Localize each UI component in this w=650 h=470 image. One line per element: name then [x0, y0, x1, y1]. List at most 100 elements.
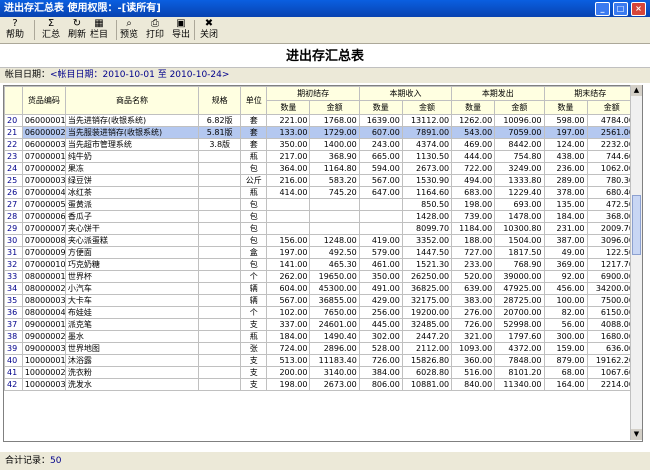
- preview-icon: ⌕: [126, 18, 132, 29]
- cell-code: 08000002: [21, 282, 66, 295]
- cell-unit: 包: [240, 210, 268, 223]
- toolbar-button-0[interactable]: ? 帮助: [4, 18, 26, 42]
- cell-value: 491.00: [358, 282, 403, 295]
- table-row[interactable]: 25 07000003 绿豆饼 公斤 216.00 583.20 567.00 1530.90…: [4, 174, 638, 187]
- cell-value: 693.00: [494, 198, 545, 211]
- cell-unit: 瓶: [240, 330, 268, 343]
- table-row[interactable]: 35 08000003 大卡车 辆 567.00 36855.00 429.00 32175.…: [4, 294, 638, 307]
- cell-value: 369.00: [543, 258, 588, 271]
- data-grid[interactable]: 货品编码 商品名称 规格 单位 期初结存 本期收入 本期发出 期末结存 数量 金额…: [3, 85, 643, 442]
- cell-value: 494.00: [451, 174, 496, 187]
- cell-value: 156.00: [266, 234, 311, 247]
- cell-value: 1521.30: [401, 258, 453, 271]
- table-row[interactable]: 33 08000001 世界杯 个 262.00 19650.00 350.00 26250.…: [4, 270, 638, 283]
- table-row[interactable]: 31 07000009 方便面 盒 197.00 492.50 579.00 1447.50 7…: [4, 246, 638, 259]
- header-qty[interactable]: 数量: [543, 100, 588, 115]
- header-amount[interactable]: 金额: [401, 100, 453, 115]
- cell-value: 141.00: [266, 258, 311, 271]
- cell-code: 10000001: [21, 354, 66, 367]
- cell-value: 1248.00: [309, 234, 360, 247]
- toolbar-button-1[interactable]: Σ 汇总: [38, 18, 64, 42]
- cell-value: 1817.50: [494, 246, 545, 259]
- header-name[interactable]: 商品名称: [64, 86, 200, 115]
- table-row[interactable]: 34 08000002 小汽车 辆 604.00 45300.00 491.00 36825.…: [4, 282, 638, 295]
- table-row[interactable]: 39 09000003 世界地图 张 724.00 2896.00 528.00 2112.0…: [4, 342, 638, 355]
- maximize-icon[interactable]: □: [613, 2, 628, 16]
- cell-value: 492.50: [309, 246, 360, 259]
- header-unit[interactable]: 单位: [240, 86, 268, 115]
- header-amount[interactable]: 金额: [309, 100, 360, 115]
- scroll-thumb[interactable]: [632, 195, 641, 255]
- header-qty[interactable]: 数量: [358, 100, 403, 115]
- cell-value: 3140.00: [309, 366, 360, 379]
- row-number: 39: [4, 342, 23, 355]
- cell-value: 2896.00: [309, 342, 360, 355]
- table-row[interactable]: 32 07000010 巧克奶糖 包 141.00 465.30 461.00 1521.30…: [4, 258, 638, 271]
- toolbar-button-6[interactable]: ▣ 导出: [170, 18, 192, 42]
- cell-unit: 支: [240, 378, 268, 391]
- toolbar-button-label: 汇总: [41, 30, 60, 40]
- cell-code: 06000002: [21, 126, 66, 139]
- toolbar-button-3[interactable]: ▦ 栏目: [90, 18, 108, 42]
- table-row[interactable]: 41 10000002 洗衣粉 支 200.00 3140.00 384.00 6028.80…: [4, 366, 638, 379]
- cell-value: 567.00: [358, 174, 403, 187]
- toolbar-button-label: 帮助: [5, 30, 24, 40]
- cell-value: 8101.20: [494, 366, 545, 379]
- header-qty[interactable]: 数量: [451, 100, 496, 115]
- toolbar-button-2[interactable]: ↻ 刷新: [68, 18, 86, 42]
- cell-value: 2673.00: [309, 378, 360, 391]
- cell-value: [309, 198, 360, 211]
- table-row[interactable]: 30 07000008 夹心派蛋糕 包 156.00 1248.00 419.00 3352.…: [4, 234, 638, 247]
- cell-value: 56.00: [543, 318, 588, 331]
- cell-value: 8442.00: [494, 138, 545, 151]
- cell-unit: 包: [240, 198, 268, 211]
- table-row[interactable]: 22 06000003 当先超市管理系统 3.8版套 350.00 1400.00 243.…: [4, 138, 638, 151]
- cell-spec: [198, 174, 242, 187]
- table-row[interactable]: 40 10000001 沐浴露 支 513.00 11183.40 726.00 15826.…: [4, 354, 638, 367]
- cell-unit: 包: [240, 222, 268, 235]
- cell-value: 216.00: [266, 174, 311, 187]
- table-row[interactable]: 37 09000001 派克笔 支 337.00 24601.00 445.00 32485.…: [4, 318, 638, 331]
- scroll-down-icon[interactable]: ▼: [631, 429, 642, 440]
- header-qty[interactable]: 数量: [266, 100, 311, 115]
- table-row[interactable]: 28 07000006 香瓜子 包 1428.00 739.00 1478.00 184.00…: [4, 210, 638, 223]
- cell-value: 7848.00: [494, 354, 545, 367]
- cell-value: 82.00: [543, 306, 588, 319]
- header-amount[interactable]: 金额: [494, 100, 545, 115]
- cell-name: 果冻: [64, 162, 200, 175]
- header-code[interactable]: 货品编码: [21, 86, 66, 115]
- table-row[interactable]: 27 07000005 蛋黄派包 850.50 198.00 693.00 135.00 47…: [4, 198, 638, 211]
- cell-value: 321.00: [451, 330, 496, 343]
- table-row[interactable]: 24 07000002 果冻 包 364.00 1164.80 594.00 2673.00 7…: [4, 162, 638, 175]
- cell-code: 09000003: [21, 342, 66, 355]
- table-row[interactable]: 21 06000002 当先服装进销存(收银系统) 5.81版套 133.00 1729.…: [4, 126, 638, 139]
- vertical-scrollbar[interactable]: ▲ ▼: [630, 85, 642, 440]
- cell-code: 09000001: [21, 318, 66, 331]
- cell-value: 3352.00: [401, 234, 453, 247]
- table-row[interactable]: 26 07000004 冰红茶 瓶 414.00 745.20 647.00 1164.60 6…: [4, 186, 638, 199]
- toolbar-button-4[interactable]: ⌕ 预览: [120, 18, 138, 42]
- row-number: 28: [4, 210, 23, 223]
- table-row[interactable]: 23 07000001 纯牛奶瓶 217.00 368.90 665.00 1130.50 4…: [4, 150, 638, 163]
- cell-name: 派克笔: [64, 318, 200, 331]
- cell-value: 11340.00: [494, 378, 545, 391]
- cell-value: 32175.00: [401, 294, 453, 307]
- cell-value: 102.00: [266, 306, 311, 319]
- toolbar-button-7[interactable]: ✖ 关闭: [198, 18, 220, 42]
- scroll-up-icon[interactable]: ▲: [631, 85, 642, 96]
- window-close-icon[interactable]: ×: [631, 2, 646, 16]
- cell-value: 8099.70: [401, 222, 453, 235]
- row-number: 20: [4, 114, 23, 127]
- table-row[interactable]: 29 07000007 夹心饼干 包 8099.70 1184.00 10300.80 231…: [4, 222, 638, 235]
- cell-value: 683.00: [451, 186, 496, 199]
- table-row[interactable]: 38 09000002 墨水瓶 184.00 1490.40 302.00 2447.20 3…: [4, 330, 638, 343]
- table-row[interactable]: 42 10000003 洗发水 支 198.00 2673.00 806.00 10881.0…: [4, 378, 638, 391]
- table-row[interactable]: 36 08000004 布娃娃 个 102.00 7650.00 256.00 19200.0…: [4, 306, 638, 319]
- row-number: 41: [4, 366, 23, 379]
- minimize-icon[interactable]: _: [595, 2, 610, 16]
- toolbar-button-5[interactable]: ⎙ 打印: [144, 18, 166, 42]
- table-row[interactable]: 20 06000001 当先进销存(收银系统) 6.82版套 221.00 1768.00…: [4, 114, 638, 127]
- cell-value: 879.00: [543, 354, 588, 367]
- header-spec[interactable]: 规格: [198, 86, 242, 115]
- record-count-label: 合计记录：: [5, 456, 51, 466]
